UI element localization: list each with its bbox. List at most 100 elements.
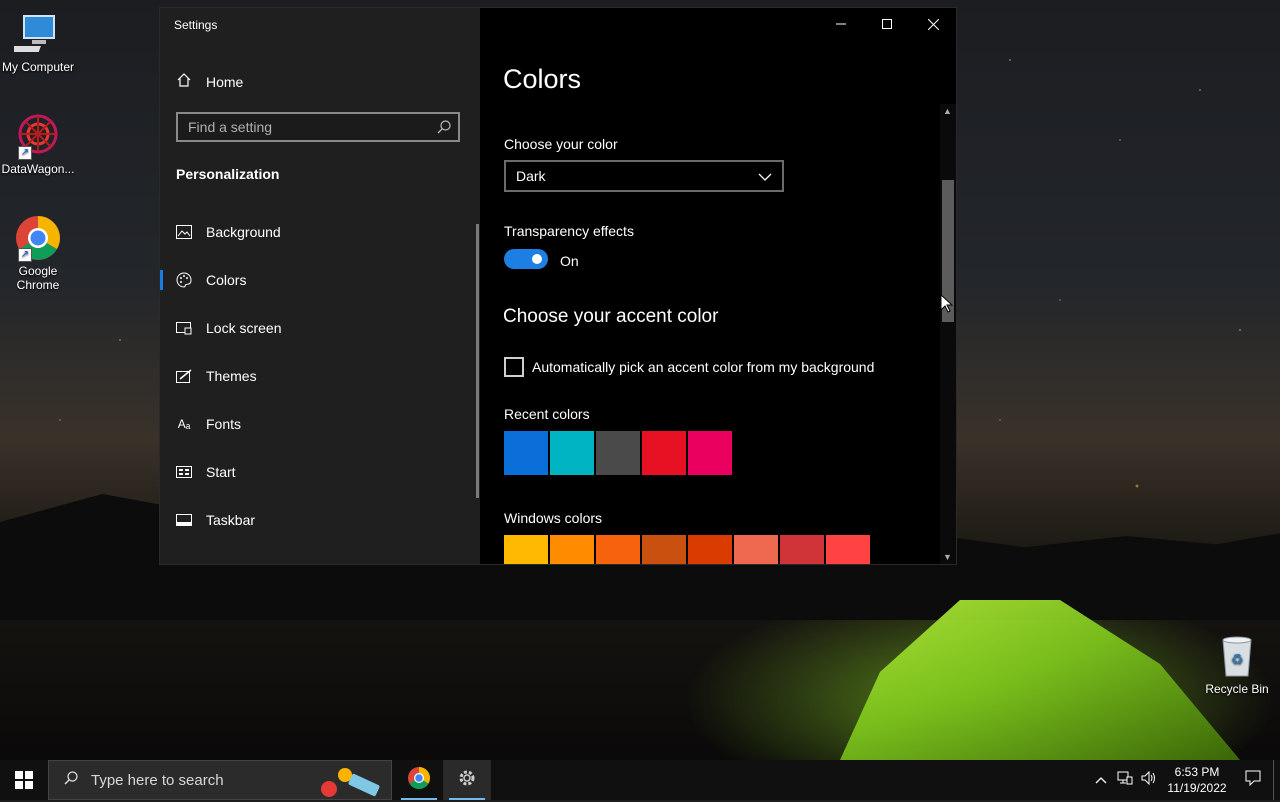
desktop-icon-label: DataWagon...: [1, 162, 75, 176]
image-icon: [176, 224, 192, 240]
recycle-bin-icon: ♻: [1213, 632, 1261, 680]
toggle-knob: [532, 254, 542, 264]
windows-colors-label: Windows colors: [504, 510, 603, 526]
recent-color-swatch[interactable]: [688, 431, 732, 475]
sidebar-item-label: Themes: [206, 368, 257, 384]
accent-heading: Choose your accent color: [503, 306, 719, 327]
desktop-icon-recycle-bin[interactable]: ♻ Recycle Bin: [1199, 632, 1275, 696]
svg-text:♻: ♻: [1231, 652, 1244, 668]
windows-color-swatch[interactable]: [504, 535, 548, 564]
taskbar-search-box[interactable]: Type here to search: [48, 760, 392, 800]
start-icon: [176, 464, 192, 480]
taskbar-icon: [176, 512, 192, 528]
shortcut-arrow-icon: ↗: [18, 248, 32, 262]
transparency-label: Transparency effects: [504, 223, 634, 239]
clock-date: 11/19/2022: [1167, 781, 1227, 795]
windows-color-swatch[interactable]: [550, 535, 594, 564]
show-desktop-button[interactable]: [1273, 760, 1280, 800]
desktop-icon-my-computer[interactable]: My Computer: [0, 10, 76, 74]
sidebar-item-themes[interactable]: Themes: [160, 352, 480, 400]
windows-colors-swatches: [504, 535, 870, 564]
search-icon[interactable]: [436, 119, 452, 140]
sidebar-item-lock-screen[interactable]: Lock screen: [160, 304, 480, 352]
auto-pick-accent-checkbox[interactable]: [504, 357, 524, 377]
windows-color-swatch[interactable]: [826, 535, 870, 564]
content-scrollbar[interactable]: ▲ ▼: [940, 104, 956, 564]
windows-logo-icon: [15, 771, 33, 789]
find-setting-search[interactable]: [176, 112, 460, 142]
close-button[interactable]: [910, 8, 956, 40]
windows-color-swatch[interactable]: [642, 535, 686, 564]
mouse-cursor-icon: [940, 293, 954, 318]
windows-color-swatch[interactable]: [688, 535, 732, 564]
desktop-icon-datawagon[interactable]: ↗ DataWagon...: [0, 112, 76, 176]
search-icon: [63, 770, 79, 791]
palette-icon: [176, 272, 192, 288]
auto-pick-accent-label[interactable]: Automatically pick an accent color from …: [532, 359, 874, 375]
window-title: Settings: [174, 18, 218, 32]
sidebar-item-label: Fonts: [206, 416, 242, 432]
lock-screen-icon: [176, 320, 192, 336]
sidebar-item-background[interactable]: Background: [160, 208, 480, 256]
datawagon-icon: ↗: [14, 112, 62, 160]
sidebar-item-colors[interactable]: Colors: [160, 256, 480, 304]
desktop-icon-label: Google Chrome: [16, 264, 60, 292]
recent-color-swatch[interactable]: [550, 431, 594, 475]
scroll-down-arrow-icon[interactable]: ▼: [943, 552, 952, 562]
shortcut-arrow-icon: ↗: [18, 146, 32, 160]
desktop-icon-google-chrome[interactable]: ↗ Google Chrome: [0, 214, 76, 292]
sidebar-item-label: Background: [206, 224, 281, 240]
recent-color-swatch[interactable]: [642, 431, 686, 475]
notification-icon[interactable]: [1233, 770, 1273, 791]
chrome-icon: ↗: [14, 214, 62, 262]
clock-time: 6:53 PM: [1174, 765, 1220, 779]
recent-colors-swatches: [504, 431, 732, 475]
windows-color-swatch[interactable]: [734, 535, 778, 564]
sidebar-scrollbar[interactable]: [476, 224, 479, 498]
chevron-up-icon[interactable]: [1089, 771, 1113, 789]
desktop-icon-label: Recycle Bin: [1205, 682, 1269, 696]
sidebar-item-start[interactable]: Start: [160, 448, 480, 496]
windows-color-swatch[interactable]: [780, 535, 824, 564]
choose-color-label: Choose your color: [504, 136, 618, 152]
recent-color-swatch[interactable]: [504, 431, 548, 475]
settings-sidebar: Settings Home Personalization Background…: [160, 8, 480, 564]
taskbar: Type here to search 6:53 PM 11/19/2022: [0, 760, 1280, 800]
taskbar-settings[interactable]: [443, 760, 491, 800]
sidebar-item-fonts[interactable]: Aₐ Fonts: [160, 400, 480, 448]
taskbar-search-placeholder: Type here to search: [91, 771, 224, 789]
sidebar-item-taskbar[interactable]: Taskbar: [160, 496, 480, 544]
maximize-button[interactable]: [864, 8, 910, 40]
transparency-toggle[interactable]: [504, 249, 548, 269]
gear-icon: [457, 768, 477, 793]
page-title: Colors: [503, 64, 582, 94]
start-button[interactable]: [0, 760, 48, 800]
scroll-up-arrow-icon[interactable]: ▲: [943, 106, 952, 116]
taskbar-chrome[interactable]: [395, 760, 443, 800]
minimize-button[interactable]: [818, 8, 864, 40]
sidebar-item-label: Taskbar: [206, 512, 256, 528]
taskbar-clock[interactable]: 6:53 PM 11/19/2022: [1161, 764, 1233, 796]
settings-window: Settings Home Personalization Background…: [160, 8, 956, 564]
home-link[interactable]: Home: [176, 72, 243, 91]
chrome-icon: [407, 766, 431, 795]
window-controls: [818, 8, 956, 40]
search-highlight-icon: [315, 765, 387, 802]
choose-color-dropdown[interactable]: Dark: [504, 160, 784, 192]
windows-color-swatch[interactable]: [596, 535, 640, 564]
network-icon[interactable]: [1113, 771, 1137, 790]
desktop-icon-label: My Computer: [1, 60, 75, 74]
recent-colors-label: Recent colors: [504, 406, 590, 422]
computer-icon: [8, 10, 62, 58]
sidebar-nav: Background Colors Lock screen Themes Aₐ …: [160, 208, 480, 544]
system-tray: 6:53 PM 11/19/2022: [1089, 760, 1280, 800]
chevron-down-icon: [758, 168, 772, 184]
recent-color-swatch[interactable]: [596, 431, 640, 475]
fonts-icon: Aₐ: [177, 417, 191, 431]
find-setting-input[interactable]: [178, 114, 438, 140]
home-icon: [176, 72, 192, 91]
choose-color-value: Dark: [516, 168, 546, 184]
personalization-heading: Personalization: [176, 166, 280, 182]
volume-icon[interactable]: [1137, 770, 1161, 790]
home-label: Home: [206, 73, 244, 90]
